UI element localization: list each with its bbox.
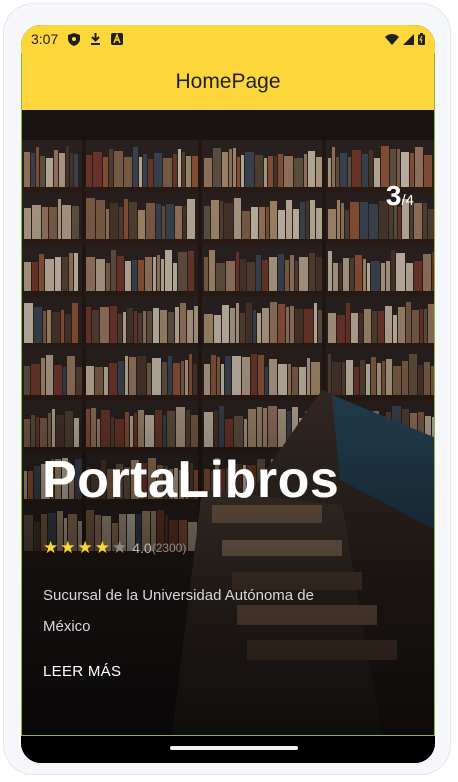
rating-value: 4.0 — [132, 539, 152, 556]
download-icon — [90, 32, 101, 46]
signal-icon — [403, 33, 414, 45]
gradient-overlay — [22, 110, 434, 735]
star-icon: ★ — [94, 538, 110, 557]
gesture-navigation-bar — [21, 736, 435, 763]
status-time: 3:07 — [31, 31, 59, 47]
page-title: HomePage — [175, 69, 281, 93]
star-empty-icon: ★ — [112, 538, 128, 557]
shield-icon — [68, 32, 81, 46]
star-icon: ★ — [77, 538, 93, 557]
a-badge-icon — [111, 33, 124, 45]
read-more-button[interactable]: LEER MÁS — [43, 663, 121, 680]
rating-count: (2300) — [151, 540, 187, 555]
star-icon: ★ — [60, 538, 76, 557]
page-indicator: 3 / 4 — [386, 180, 414, 212]
phone-screen: 3:07 HomePage 3 / 4 PortaLibros ★ ★ ★ ★ … — [21, 25, 435, 763]
status-bar: 3:07 — [21, 25, 435, 53]
total-pages: 4 — [405, 192, 414, 209]
place-description: Sucursal de la Universidad Autónoma de M… — [43, 587, 314, 635]
home-indicator[interactable] — [170, 746, 298, 750]
app-bar: HomePage — [21, 53, 435, 110]
current-page: 3 — [385, 180, 402, 211]
star-icon: ★ — [43, 538, 59, 557]
wifi-icon — [385, 33, 399, 45]
rating-row: ★ ★ ★ ★ ★ 4.0 (2300) — [43, 539, 186, 556]
device-frame: 3:07 HomePage 3 / 4 PortaLibros ★ ★ ★ ★ … — [3, 3, 451, 775]
place-title: PortaLibros — [42, 451, 340, 509]
carousel-card[interactable]: 3 / 4 PortaLibros ★ ★ ★ ★ ★ 4.0 (2300) S… — [21, 110, 435, 736]
battery-icon — [418, 33, 425, 45]
